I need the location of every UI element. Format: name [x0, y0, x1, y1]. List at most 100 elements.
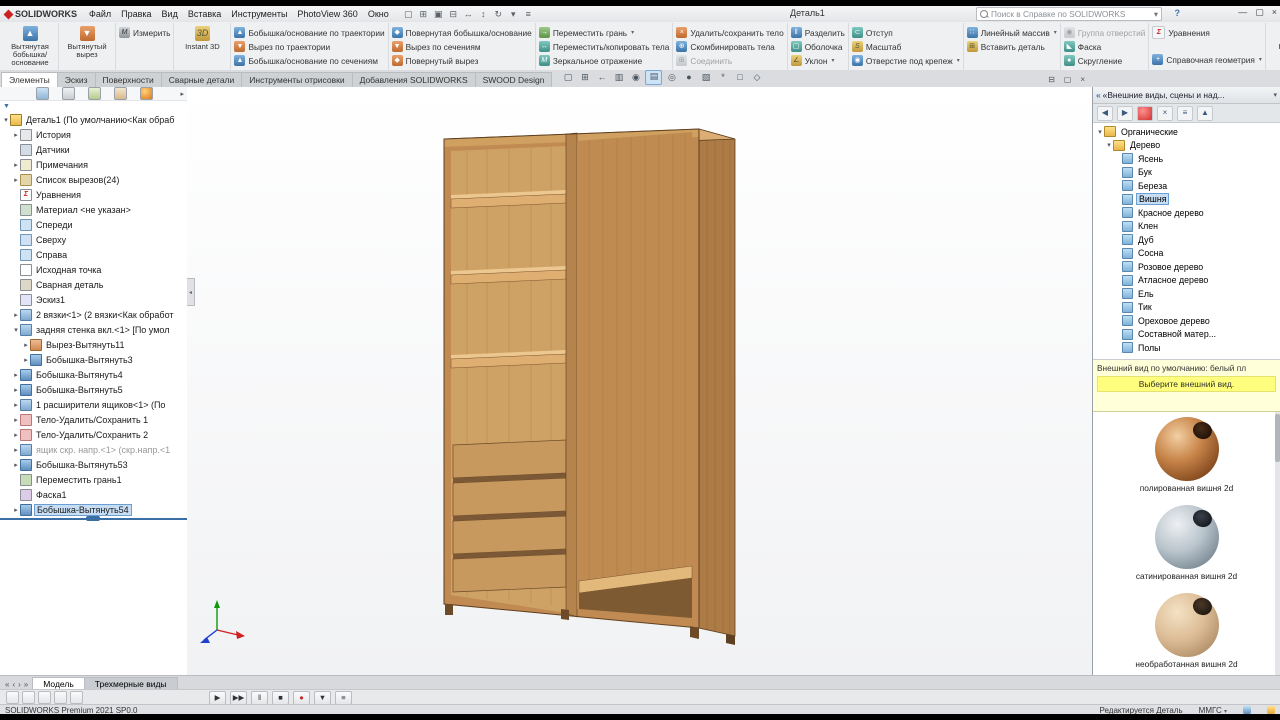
ribbon-measure[interactable]: M Измерить [119, 26, 170, 39]
fast-forward-icon[interactable]: ▶▶ [230, 690, 247, 705]
first-tab-icon[interactable]: « [5, 680, 9, 689]
expand-icon[interactable]: ▸ [12, 386, 20, 394]
feature-tree-item[interactable]: ▾ задняя стенка вкл.<1> [По умол [0, 322, 187, 337]
feature-tree-item[interactable]: ▾ Деталь1 (По умолчанию<Как обраб [0, 112, 187, 127]
menu-Инструменты[interactable]: Инструменты [226, 9, 292, 19]
doc-minimize-button[interactable]: ⊟ [1048, 75, 1055, 84]
featuremanager-tab[interactable] [36, 87, 49, 100]
feature-tree-item[interactable]: ▸ 2 вязки<1> (2 вязки<Как обработ [0, 307, 187, 322]
expand-icon[interactable]: ▸ [12, 446, 20, 454]
feature-tree-item[interactable]: ▸ Примечания [0, 157, 187, 172]
delete-icon[interactable]: × [1157, 105, 1173, 121]
ribbon-delete-body[interactable]: × Удалить/сохранить тело [676, 26, 784, 39]
expand-icon[interactable]: ▸ [12, 401, 20, 409]
feature-tree-item[interactable]: ▸ Бобышка-Вытянуть54 [0, 502, 187, 517]
appearance-item[interactable]: Ясень [1093, 152, 1280, 166]
ribbon-draft[interactable]: ∠ Уклон ▾ [790, 54, 845, 67]
ribbon-chamfer[interactable]: ◣ Фаска [1063, 40, 1146, 53]
new-document-icon[interactable]: ▢ [402, 9, 415, 20]
expand-icon[interactable]: ▸ [12, 416, 20, 424]
display-style-icon[interactable]: ▤ [645, 70, 663, 85]
expand-icon[interactable]: ▸ [12, 431, 20, 439]
tray-icon-2[interactable] [22, 691, 35, 704]
expand-icon[interactable]: ▸ [12, 131, 20, 139]
configurationmanager-tab[interactable] [88, 87, 101, 100]
rebuild-icon[interactable]: ↻ [492, 9, 505, 20]
expand-icon[interactable]: ▸ [12, 371, 20, 379]
right-bay[interactable] [577, 132, 693, 618]
ribbon-combine-bodies[interactable]: ⊕ Скомбинировать тела [676, 40, 783, 53]
feature-tree-item[interactable]: Сварная деталь [0, 277, 187, 292]
forward-icon[interactable]: ▶ [1117, 105, 1133, 121]
doc-close-button[interactable]: × [1080, 75, 1085, 84]
section-view-icon[interactable]: ▥ [611, 71, 626, 84]
expand-icon[interactable]: ▸ [22, 341, 30, 349]
ribbon-loft-boss[interactable]: ▲ Бобышка/основание по сечениям [234, 54, 384, 67]
animation-options-icon[interactable]: ≡ [335, 690, 352, 705]
help-search-input[interactable]: Поиск в Справке по SOLIDWORKS ▾ [976, 7, 1162, 21]
view-orientation-icon[interactable]: ◇ [749, 71, 764, 84]
expand-icon[interactable]: ▾ [1105, 141, 1113, 149]
next-tab-icon[interactable]: › [18, 680, 21, 689]
expand-icon[interactable]: ▸ [12, 506, 20, 514]
ribbon-shell[interactable]: ▢ Оболочка [790, 40, 845, 53]
expand-icon[interactable]: ▸ [12, 311, 20, 319]
ribbon-equations[interactable]: Σ Уравнения [1152, 26, 1261, 39]
ribbon-revolve-boss[interactable]: ◆ Повернутая бобышка/основание [391, 26, 532, 39]
feature-tree-item[interactable]: Сверху [0, 232, 187, 247]
ribbon-hole-series[interactable]: ◉ Группа отверстий [1063, 26, 1145, 39]
save-animation-icon[interactable]: ▼ [314, 690, 331, 705]
menu-Вставка[interactable]: Вставка [183, 9, 226, 19]
appearance-item[interactable]: ▾ Дерево [1093, 139, 1280, 153]
feature-tree-item[interactable]: Σ Уравнения [0, 187, 187, 202]
feature-tree-item[interactable]: ▸ Бобышка-Вытянуть5 [0, 382, 187, 397]
record-icon[interactable]: ● [293, 690, 310, 705]
feature-tree-item[interactable]: Фаска1 [0, 487, 187, 502]
feature-tree-item[interactable]: Переместить грань1 [0, 472, 187, 487]
tab-Эскиз[interactable]: Эскиз [56, 72, 96, 87]
tab-Сварные детали[interactable]: Сварные детали [160, 72, 243, 87]
appearance-item[interactable]: Бук [1093, 166, 1280, 180]
hide-show-items-icon[interactable]: ◎ [664, 71, 679, 84]
feature-tree-item[interactable]: ▸ Тело-Удалить/Сохранить 1 [0, 412, 187, 427]
feature-tree-item[interactable]: ▸ История [0, 127, 187, 142]
ribbon-loft-cut[interactable]: ▼ Вырез по сечениям [391, 40, 532, 53]
appearance-item[interactable]: Клен [1093, 220, 1280, 234]
appearance-item[interactable]: Вишня [1093, 193, 1280, 207]
redo-icon[interactable]: ↕ [477, 9, 490, 20]
appearance-item[interactable]: Красное дерево [1093, 206, 1280, 220]
view-settings-icon[interactable]: * [715, 71, 730, 84]
tab-Элементы[interactable]: Элементы [1, 72, 58, 87]
dropdown-icon[interactable]: ▾ [1259, 56, 1262, 63]
wardrobe-model[interactable] [187, 87, 1093, 675]
camera-icon[interactable]: □ [732, 71, 747, 84]
ribbon-indent[interactable]: ⊂ Отступ [851, 26, 960, 39]
expand-icon[interactable]: ▸ [12, 461, 20, 469]
expand-icon[interactable]: ▸ [12, 161, 20, 169]
back-icon[interactable]: ◀ [1097, 105, 1113, 121]
feature-tree-item[interactable]: Материал <не указан> [0, 202, 187, 217]
feature-tree-item[interactable]: Датчики [0, 142, 187, 157]
open-icon[interactable]: ⊞ [417, 9, 430, 20]
tabs-overflow-icon[interactable]: ▸ [180, 90, 184, 98]
expand-icon[interactable]: ▾ [2, 116, 10, 124]
ribbon-swept-cut[interactable]: ▼ Вырез по траектории [234, 40, 384, 53]
last-tab-icon[interactable]: » [24, 680, 28, 689]
panel-splitter-handle[interactable]: ◂ [187, 278, 195, 306]
print-icon[interactable]: ⊟ [447, 9, 460, 20]
tab-Добавления SOLIDWORKS[interactable]: Добавления SOLIDWORKS [351, 72, 476, 87]
dynamic-annotation-icon[interactable]: ◉ [628, 71, 643, 84]
ribbon-reference-geometry[interactable]: + Справочная геометрия ▾ [1152, 53, 1262, 66]
status-icon-b[interactable] [1267, 706, 1275, 714]
rollback-bar[interactable] [0, 516, 187, 521]
ribbon-instant3d[interactable]: 3D Instant 3D [177, 23, 227, 71]
up-level-icon[interactable]: ▲ [1197, 105, 1213, 121]
scroll-thumb[interactable] [1275, 414, 1280, 462]
undo-icon[interactable]: ↔ [462, 9, 475, 20]
dropdown-icon[interactable]: ▾ [631, 29, 634, 36]
feature-tree-item[interactable]: ▸ Тело-Удалить/Сохранить 2 [0, 427, 187, 442]
options-icon[interactable]: ≡ [1177, 105, 1193, 121]
ribbon-split[interactable]: ‖ Разделить [790, 26, 845, 39]
ribbon-mirror[interactable]: M Зеркальное отражение [538, 54, 670, 67]
help-icon[interactable]: ? [1175, 8, 1181, 18]
